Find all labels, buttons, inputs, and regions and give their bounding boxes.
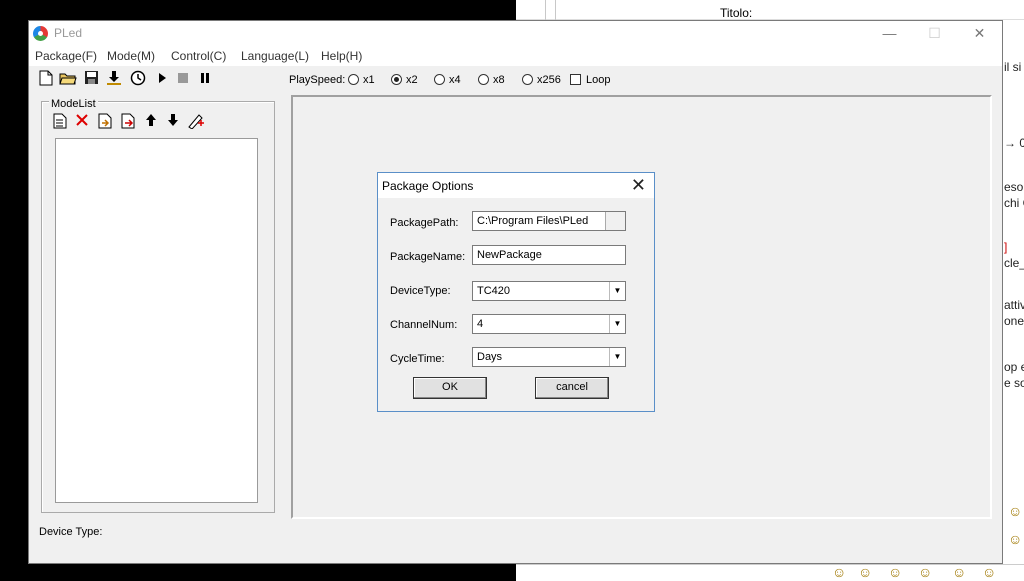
window-title: PLed bbox=[54, 26, 83, 40]
smiley-icon[interactable]: ☺ bbox=[1008, 503, 1022, 519]
menu-help[interactable]: Help(H) bbox=[321, 49, 362, 63]
speed-x8-label: x8 bbox=[493, 74, 505, 86]
speed-x1-radio[interactable] bbox=[348, 74, 359, 85]
cycle-time-label: CycleTime: bbox=[390, 353, 445, 365]
stop-icon[interactable] bbox=[174, 70, 192, 88]
new-file-icon[interactable] bbox=[37, 70, 55, 88]
dialog-close-icon[interactable]: ✕ bbox=[631, 175, 646, 196]
cancel-button[interactable]: cancel bbox=[535, 377, 609, 399]
speed-x2-radio[interactable] bbox=[391, 74, 402, 85]
speed-x4-radio[interactable] bbox=[434, 74, 445, 85]
package-path-field[interactable]: C:\Program Files\PLed bbox=[472, 211, 626, 231]
download-icon[interactable] bbox=[105, 70, 123, 88]
background-title-label: Titolo: bbox=[720, 6, 753, 20]
smiley-icon[interactable]: ☺ bbox=[1008, 531, 1022, 547]
speed-x8-radio[interactable] bbox=[478, 74, 489, 85]
menu-bar: Package(F) Mode(M) Control(C) Language(L… bbox=[29, 46, 1002, 66]
smiley-icon[interactable]: ☺ bbox=[888, 564, 902, 580]
device-type-status: Device Type: bbox=[39, 526, 103, 538]
move-up-icon[interactable] bbox=[142, 113, 160, 131]
cycle-time-combo[interactable]: Days ▼ bbox=[472, 347, 626, 367]
smiley-icon[interactable]: ☺ bbox=[952, 564, 966, 580]
app-logo-icon bbox=[33, 26, 48, 41]
timer-icon[interactable] bbox=[129, 70, 147, 88]
smiley-icon[interactable]: ☺ bbox=[832, 564, 846, 580]
export-icon[interactable] bbox=[119, 113, 137, 131]
delete-icon[interactable] bbox=[73, 113, 91, 131]
speed-x1-label: x1 bbox=[363, 74, 375, 86]
loop-checkbox[interactable] bbox=[570, 74, 581, 85]
maximize-button[interactable]: ☐ bbox=[912, 21, 957, 46]
smiley-icon[interactable]: ☺ bbox=[918, 564, 932, 580]
menu-language[interactable]: Language(L) bbox=[241, 49, 309, 63]
channel-num-label: ChannelNum: bbox=[390, 319, 458, 331]
pause-icon[interactable] bbox=[196, 70, 214, 88]
ok-button[interactable]: OK bbox=[413, 377, 487, 399]
background-divider bbox=[555, 0, 556, 20]
save-icon[interactable] bbox=[82, 70, 100, 88]
browse-path-button[interactable] bbox=[605, 212, 625, 230]
speed-x2-label: x2 bbox=[406, 74, 418, 86]
package-path-label: PackagePath: bbox=[390, 217, 459, 229]
dialog-title: Package Options bbox=[382, 179, 474, 193]
edit-icon[interactable] bbox=[187, 113, 205, 131]
background-divider bbox=[545, 0, 546, 20]
toolbar: PlaySpeed: x1 x2 x4 x8 x256 Loop bbox=[29, 66, 1002, 92]
channel-num-combo[interactable]: 4 ▼ bbox=[472, 314, 626, 334]
package-options-dialog: Package Options ✕ PackagePath: C:\Progra… bbox=[377, 172, 655, 412]
speed-x4-label: x4 bbox=[449, 74, 461, 86]
open-folder-icon[interactable] bbox=[59, 70, 77, 88]
smiley-icon[interactable]: ☺ bbox=[858, 564, 872, 580]
chevron-down-icon[interactable]: ▼ bbox=[609, 348, 625, 366]
speed-x256-radio[interactable] bbox=[522, 74, 533, 85]
chevron-down-icon[interactable]: ▼ bbox=[609, 315, 625, 333]
chevron-down-icon[interactable]: ▼ bbox=[609, 282, 625, 300]
background-text-fragments: il si → 0 esou chi C ] cle_ attiv one op… bbox=[1004, 20, 1024, 540]
smiley-icon[interactable]: ☺ bbox=[982, 564, 996, 580]
background-form-strip bbox=[516, 0, 1024, 20]
menu-package[interactable]: Package(F) bbox=[35, 49, 97, 63]
background-emoji-bar bbox=[516, 564, 1024, 581]
title-bar: PLed — ☐ ✕ bbox=[29, 21, 1002, 46]
package-name-label: PackageName: bbox=[390, 251, 466, 263]
minimize-button[interactable]: — bbox=[867, 21, 912, 46]
add-mode-icon[interactable] bbox=[51, 113, 69, 131]
package-name-field[interactable]: NewPackage bbox=[472, 245, 626, 265]
close-button[interactable]: ✕ bbox=[957, 21, 1002, 46]
modelist-listbox[interactable] bbox=[55, 138, 258, 503]
move-down-icon[interactable] bbox=[164, 113, 182, 131]
play-icon[interactable] bbox=[153, 70, 171, 88]
dialog-title-bar: Package Options ✕ bbox=[378, 173, 654, 198]
import-icon[interactable] bbox=[96, 113, 114, 131]
menu-control[interactable]: Control(C) bbox=[171, 49, 226, 63]
speed-x256-label: x256 bbox=[537, 74, 561, 86]
device-type-combo[interactable]: TC420 ▼ bbox=[472, 281, 626, 301]
device-type-label: DeviceType: bbox=[390, 285, 451, 297]
menu-mode[interactable]: Mode(M) bbox=[107, 49, 155, 63]
loop-label: Loop bbox=[586, 74, 611, 86]
modelist-legend: ModeList bbox=[49, 98, 98, 110]
playspeed-label: PlaySpeed: bbox=[289, 74, 346, 86]
